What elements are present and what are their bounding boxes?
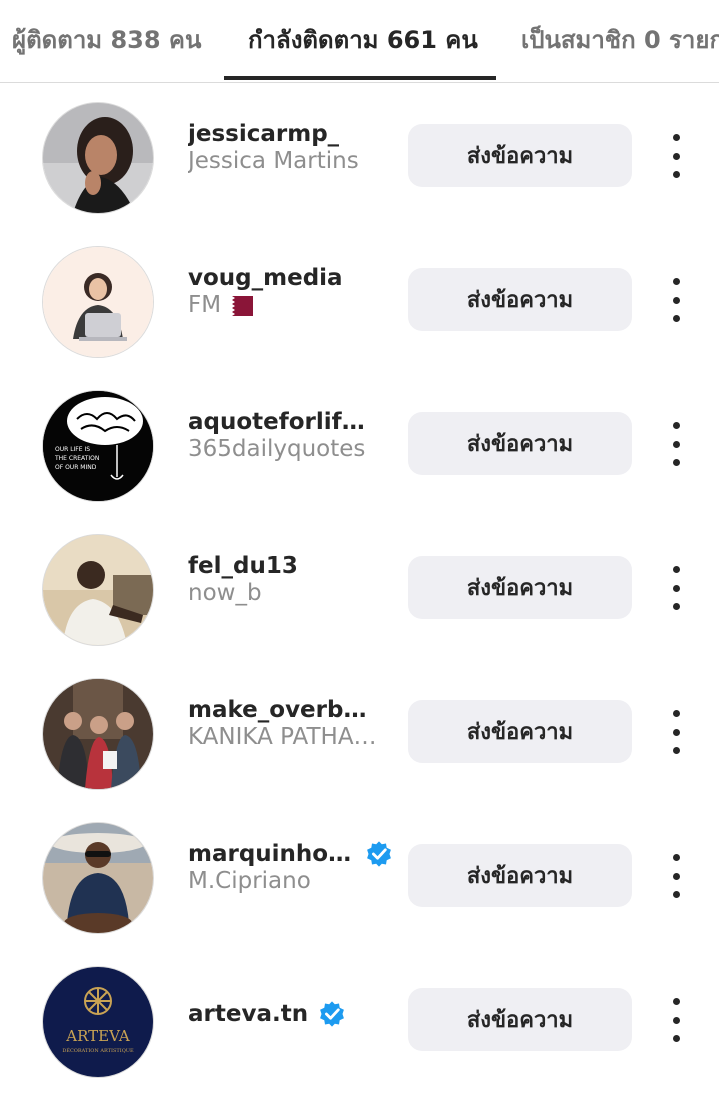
tab-following[interactable]: กำลังติดตาม 661 คน <box>248 20 478 59</box>
svg-text:OUR LIFE IS: OUR LIFE IS <box>55 446 90 453</box>
full-name: Jessica Martins <box>188 148 359 174</box>
username[interactable]: voug_media <box>188 265 343 291</box>
active-tab-indicator <box>224 76 496 80</box>
list-item[interactable]: fel_du13 now_b ส่งข้อความ <box>0 514 719 658</box>
message-button[interactable]: ส่งข้อความ <box>408 556 632 619</box>
more-options-icon[interactable] <box>664 710 688 754</box>
verified-badge-icon <box>367 841 391 867</box>
username[interactable]: marquinhos… <box>188 841 355 867</box>
avatar[interactable] <box>42 102 154 214</box>
username[interactable]: make_overbyk… <box>188 697 374 723</box>
svg-text:ARTEVA: ARTEVA <box>65 1027 130 1045</box>
message-button[interactable]: ส่งข้อความ <box>408 268 632 331</box>
more-options-icon[interactable] <box>664 854 688 898</box>
list-item[interactable]: jessicarmp_ Jessica Martins ส่งข้อความ <box>0 82 719 226</box>
list-item[interactable]: marquinhos… M.Cipriano ส่งข้อความ <box>0 802 719 946</box>
message-button[interactable]: ส่งข้อความ <box>408 700 632 763</box>
username[interactable]: jessicarmp_ <box>188 121 339 147</box>
more-options-icon[interactable] <box>664 278 688 322</box>
username[interactable]: arteva.tn <box>188 1001 308 1027</box>
more-options-icon[interactable] <box>664 998 688 1042</box>
list-item[interactable]: make_overbyk… KANIKA PATHA… ส่งข้อความ <box>0 658 719 802</box>
more-options-icon[interactable] <box>664 134 688 178</box>
tab-bar: ผู้ติดตาม 838 คน กำลังติดตาม 661 คน เป็น… <box>0 0 719 83</box>
full-name: now_b <box>188 580 262 606</box>
more-options-icon[interactable] <box>664 566 688 610</box>
message-button[interactable]: ส่งข้อความ <box>408 988 632 1051</box>
more-options-icon[interactable] <box>664 422 688 466</box>
username[interactable]: aquoteforlife3… <box>188 409 374 435</box>
full-name: 365dailyquotes <box>188 436 366 462</box>
svg-text:DÉCORATION ARTISTIQUE: DÉCORATION ARTISTIQUE <box>62 1046 134 1054</box>
list-item[interactable]: voug_media FM ส่งข้อความ <box>0 226 719 370</box>
full-name: KANIKA PATHA… <box>188 724 377 750</box>
tab-subscriptions[interactable]: เป็นสมาชิก 0 รายการ <box>521 20 719 59</box>
message-button[interactable]: ส่งข้อความ <box>408 412 632 475</box>
avatar[interactable] <box>42 246 154 358</box>
avatar[interactable]: OUR LIFE IS THE CREATION OF OUR MIND <box>42 390 154 502</box>
tab-followers[interactable]: ผู้ติดตาม 838 คน <box>12 20 201 59</box>
avatar[interactable]: ARTEVA DÉCORATION ARTISTIQUE <box>42 966 154 1078</box>
avatar[interactable] <box>42 534 154 646</box>
qatar-flag-icon <box>223 295 254 316</box>
username[interactable]: fel_du13 <box>188 553 298 579</box>
message-button[interactable]: ส่งข้อความ <box>408 124 632 187</box>
list-item[interactable]: OUR LIFE IS THE CREATION OF OUR MIND aqu… <box>0 370 719 514</box>
svg-text:THE CREATION: THE CREATION <box>54 455 99 462</box>
full-name: M.Cipriano <box>188 868 311 894</box>
avatar[interactable] <box>42 678 154 790</box>
full-name: FM <box>188 292 388 318</box>
list-item[interactable]: ARTEVA DÉCORATION ARTISTIQUE arteva.tn ส… <box>0 946 719 1090</box>
svg-text:OF OUR MIND: OF OUR MIND <box>55 464 97 471</box>
avatar[interactable] <box>42 822 154 934</box>
verified-badge-icon <box>320 1001 344 1027</box>
message-button[interactable]: ส่งข้อความ <box>408 844 632 907</box>
